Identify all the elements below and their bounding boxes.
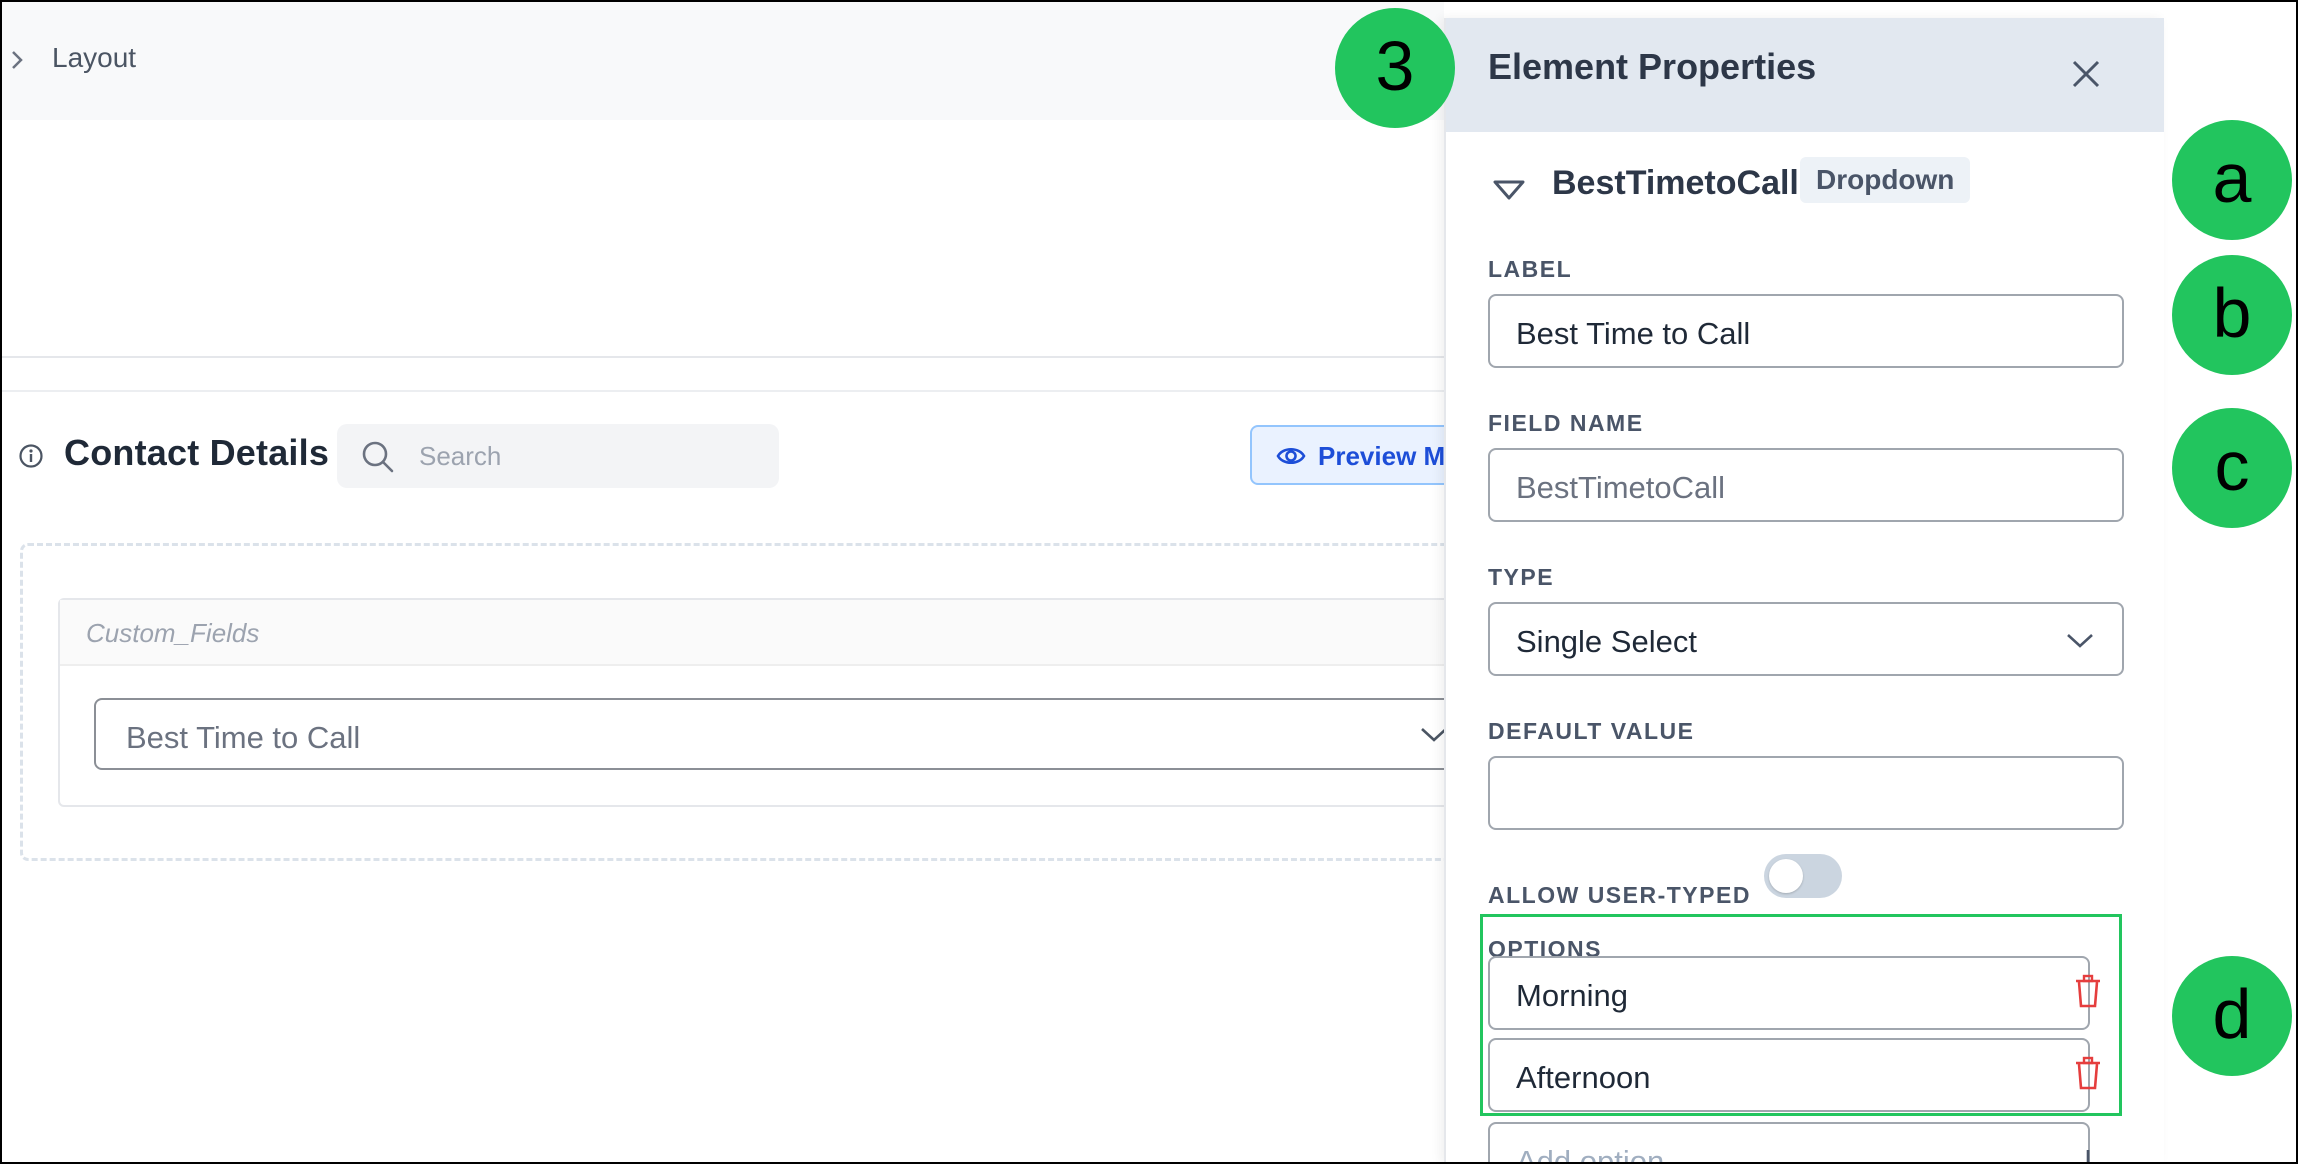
field-name-input[interactable]: BestTimetoCall	[1488, 448, 2124, 522]
field-name-label: FIELD NAME	[1488, 410, 1644, 436]
option-value: Morning	[1516, 978, 1628, 1013]
callout-3: 3	[1335, 8, 1455, 128]
callout-d: d	[2172, 956, 2292, 1076]
search-input[interactable]: Search	[337, 424, 779, 488]
layout-title: Layout	[52, 42, 137, 73]
card-header: Custom_Fields	[60, 600, 1476, 666]
allow-user-typed-label: ALLOW USER-TYPED	[1488, 882, 1751, 908]
search-placeholder: Search	[419, 441, 502, 471]
element-type-badge: Dropdown	[1800, 157, 1971, 203]
search-icon	[362, 441, 394, 473]
chevron-down-icon	[2067, 634, 2093, 648]
trash-icon[interactable]	[2072, 1056, 2104, 1092]
preview-mode-button[interactable]: Preview M	[1250, 425, 1470, 485]
chevron-right-icon	[12, 51, 23, 69]
layout-section-header[interactable]: Layout	[2, 2, 1444, 120]
label-input-value: Best Time to Call	[1516, 316, 1751, 351]
panel-title: Element Properties	[1488, 46, 1817, 87]
close-icon[interactable]	[2062, 50, 2110, 98]
eye-icon	[1276, 447, 1306, 465]
label-input[interactable]: Best Time to Call	[1488, 294, 2124, 368]
best-time-to-call-select[interactable]: Best Time to Call	[94, 698, 1500, 770]
card-header-label: Custom_Fields	[86, 618, 260, 648]
custom-fields-card[interactable]: Custom_Fields Best Time to Call	[58, 598, 1500, 807]
element-name: BestTimetoCall	[1552, 164, 1799, 202]
divider	[2, 356, 1444, 358]
field-name-value: BestTimetoCall	[1516, 470, 1726, 505]
allow-user-typed-toggle[interactable]	[1764, 854, 1842, 898]
divider	[2, 390, 1444, 392]
label-field-label: LABEL	[1488, 256, 1573, 282]
type-select[interactable]: Single Select	[1488, 602, 2124, 676]
callout-a: a	[2172, 120, 2292, 240]
option-value: Afternoon	[1516, 1060, 1651, 1095]
info-icon[interactable]	[18, 443, 44, 469]
default-value-label: DEFAULT VALUE	[1488, 718, 1695, 744]
default-value-input[interactable]	[1488, 756, 2124, 830]
preview-button-label: Preview M	[1318, 441, 1446, 471]
triangle-down-icon[interactable]	[1492, 178, 1526, 202]
callout-c: c	[2172, 408, 2292, 528]
element-properties-panel: Element Properties BestTimetoCall Dropdo…	[1444, 18, 2164, 1164]
trash-icon[interactable]	[2072, 974, 2104, 1010]
add-option-input[interactable]: Add option	[1488, 1122, 2090, 1164]
plus-icon[interactable]	[2070, 1146, 2106, 1164]
select-value: Best Time to Call	[126, 720, 361, 755]
type-select-value: Single Select	[1516, 624, 1697, 659]
toggle-knob	[1769, 859, 1803, 893]
option-input[interactable]: Afternoon	[1488, 1038, 2090, 1112]
option-input[interactable]: Morning	[1488, 956, 2090, 1030]
add-option-placeholder: Add option	[1516, 1144, 1665, 1164]
callout-b: b	[2172, 255, 2292, 375]
type-label: TYPE	[1488, 564, 1555, 590]
section-title: Contact Details	[64, 432, 330, 473]
panel-header: Element Properties	[1446, 18, 2164, 132]
